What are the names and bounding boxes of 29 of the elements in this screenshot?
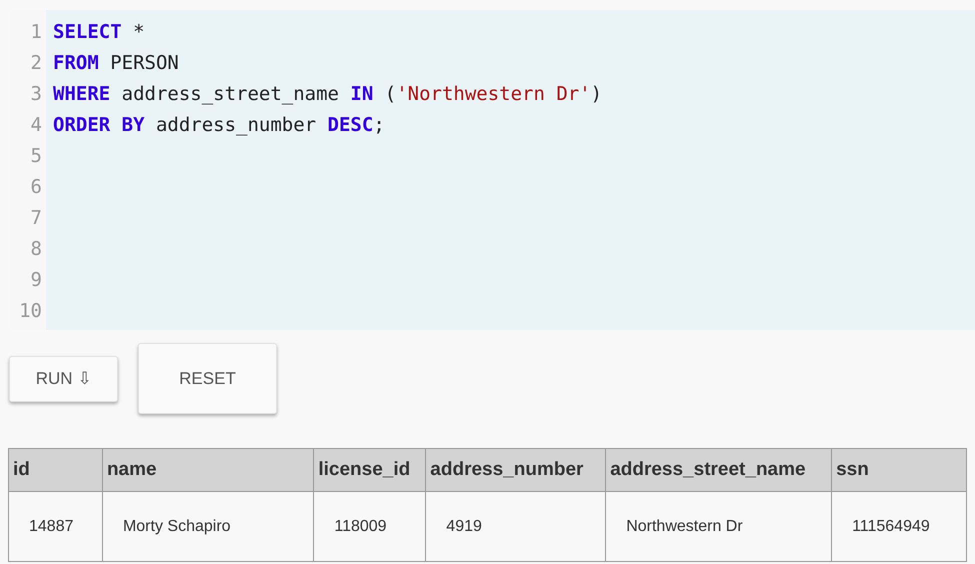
code-line: FROM PERSON <box>53 51 180 76</box>
code-line: SELECT * <box>53 20 146 45</box>
column-header: license_id <box>314 448 426 492</box>
line-number: 3 <box>30 82 43 107</box>
line-number: 4 <box>30 113 43 138</box>
column-header: id <box>8 448 102 492</box>
code-line: ORDER BY address_number DESC; <box>53 113 386 138</box>
table-cell: Morty Schapiro <box>102 492 314 562</box>
run-button[interactable]: RUN ⇩ <box>9 356 118 402</box>
line-number: 7 <box>30 206 43 231</box>
table-cell: 4919 <box>426 492 606 562</box>
table-cell: 118009 <box>314 492 426 562</box>
reset-button[interactable]: RESET <box>138 343 277 414</box>
line-number: 2 <box>30 51 43 76</box>
line-number: 10 <box>18 299 43 324</box>
line-number: 1 <box>30 20 43 45</box>
table-cell: Northwestern Dr <box>606 492 832 562</box>
line-number: 8 <box>30 237 43 262</box>
code-editor[interactable]: 1 2 3 4 5 6 7 8 9 10 SELECT * FROM PERSON WHERE address_street_name IN ('Northwestern Dr') ORDER BY address_number DESC; <box>10 10 975 330</box>
column-header: address_street_name <box>606 448 832 492</box>
code-line: WHERE address_street_name IN ('Northwestern Dr') <box>53 82 604 107</box>
column-header: address_number <box>426 448 606 492</box>
column-header: ssn <box>832 448 966 492</box>
line-number: 9 <box>30 268 43 293</box>
column-header: name <box>102 448 314 492</box>
line-number: 5 <box>30 144 43 169</box>
table-cell: 111564949 <box>832 492 966 562</box>
line-number: 6 <box>30 175 43 200</box>
table-cell: 14887 <box>8 492 102 562</box>
